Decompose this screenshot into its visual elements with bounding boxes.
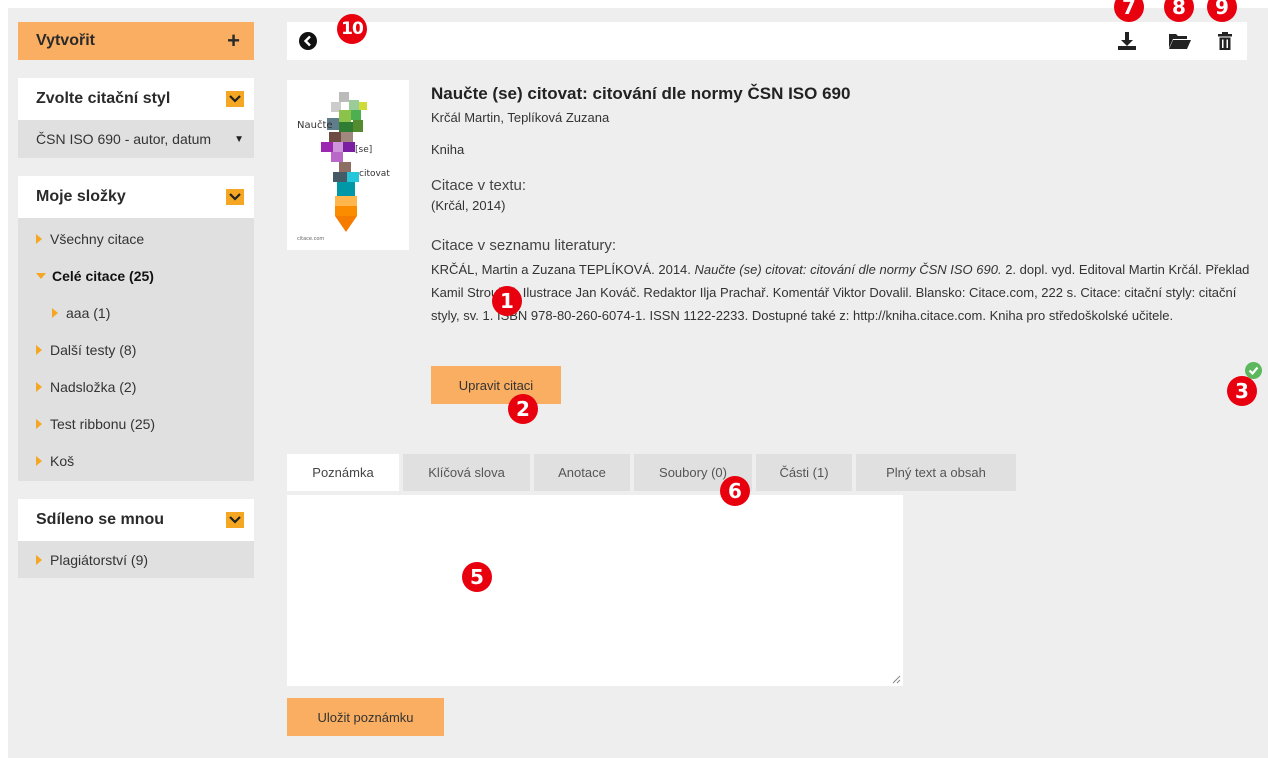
book-type: Kniha [431,142,465,157]
chevron-down-icon[interactable] [226,91,244,107]
folders-panel: Moje složky Všechny citace Celé citace (… [18,176,254,481]
save-note-button[interactable]: Uložit poznámku [287,698,444,736]
trash-icon[interactable] [1217,31,1233,51]
book-authors: Krčál Martin, Teplíková Zuzana [431,110,610,125]
folder-item[interactable]: Všechny citace [18,220,254,257]
citation-details: Naučte (se) citovat: citování dle normy … [431,80,1261,327]
folder-label: Plagiátorství (9) [50,551,149,568]
citation-style-select[interactable]: ČSN ISO 690 - autor, datum ▼ [18,120,254,158]
caret-right-icon [36,233,42,244]
chevron-down-icon[interactable] [226,189,244,205]
resize-grip-icon[interactable] [892,675,901,684]
folder-item[interactable]: aaa (1) [18,294,254,331]
dropdown-caret-icon: ▼ [234,133,244,145]
cover-title-text: [se] [355,145,372,155]
create-button-label: Vytvořit [36,32,95,49]
cover-title-text: citovat [359,169,390,179]
folder-item-active[interactable]: Celé citace (25) [18,257,254,294]
folder-label: Test ribbonu (25) [50,415,156,432]
caret-right-icon [36,554,42,565]
caret-right-icon [36,381,42,392]
download-icon[interactable] [1117,31,1137,51]
folder-label: Všechny citace [50,230,145,247]
folder-label: Koš [50,452,75,469]
callout-badge-2: 2 [508,394,538,424]
detail-tabs: Poznámka Klíčová slova Anotace Soubory (… [287,454,1016,491]
bib-authors: KRČÁL, Martin a Zuzana TEPLÍKOVÁ. 2014. [431,262,695,277]
shared-heading: Sdíleno se mnou [36,511,165,528]
folder-item-trash[interactable]: Koš [18,442,254,479]
bibliography-label: Citace v seznamu literatury: [431,237,617,254]
cover-title-text: Naučte [297,119,333,131]
folders-header: Moje složky [18,176,254,218]
shared-panel: Sdíleno se mnou Plagiátorství (9) [18,499,254,578]
caret-right-icon [36,455,42,466]
citation-style-heading: Zvolte citační styl [36,90,171,107]
folder-label: Nadsložka (2) [50,378,137,395]
tab-annotation[interactable]: Anotace [534,454,630,491]
citation-style-panel: Zvolte citační styl ČSN ISO 690 - autor,… [18,78,254,158]
folder-label: Další testy (8) [50,341,137,358]
sidebar: Vytvořit + Zvolte citační styl ČSN ISO 6… [18,22,254,578]
folder-label: Celé citace (25) [52,267,154,284]
arrow-left-circle-icon[interactable] [299,32,317,50]
chevron-down-icon[interactable] [226,512,244,528]
bibliography-citation: KRČÁL, Martin a Zuzana TEPLÍKOVÁ. 2014. … [431,258,1261,327]
folder-item[interactable]: Test ribbonu (25) [18,405,254,442]
folder-open-icon[interactable] [1168,31,1192,51]
folder-item[interactable]: Další testy (8) [18,331,254,368]
callout-badge-6: 6 [720,476,750,506]
tab-fulltext[interactable]: Plný text a obsah [856,454,1016,491]
in-text-citation-label: Citace v textu: [431,177,527,194]
bib-title: Naučte (se) citovat: citování dle normy … [694,262,1002,277]
folders-heading: Moje složky [36,188,126,205]
record-toolbar [287,22,1247,60]
tab-keywords[interactable]: Klíčová slova [403,454,530,491]
citation-style-value: ČSN ISO 690 - autor, datum [36,131,212,147]
caret-right-icon [52,307,58,318]
tab-parts[interactable]: Části (1) [756,454,852,491]
callout-badge-3: 3 [1227,376,1257,406]
in-text-citation: (Krčál, 2014) [431,198,506,213]
create-button[interactable]: Vytvořit + [18,22,254,60]
shared-folder-item[interactable]: Plagiátorství (9) [18,541,254,578]
folder-label: aaa (1) [66,304,111,321]
callout-badge-1: 1 [492,286,522,316]
book-cover-image: Naučte [se] citovat citace.com [287,80,409,250]
cover-art: Naučte [se] citovat citace.com [287,80,409,250]
cover-publisher-text: citace.com [297,236,324,242]
tab-note[interactable]: Poznámka [287,454,399,491]
shared-header: Sdíleno se mnou [18,499,254,541]
caret-right-icon [36,418,42,429]
callout-badge-10: 10 [337,14,367,44]
caret-down-icon [36,272,46,279]
caret-right-icon [36,344,42,355]
folder-item[interactable]: Nadsložka (2) [18,368,254,405]
book-title: Naučte (se) citovat: citování dle normy … [431,84,851,103]
edit-citation-button[interactable]: Upravit citaci [431,366,561,404]
callout-badge-5: 5 [462,562,492,592]
plus-icon: + [227,28,240,53]
citation-style-header: Zvolte citační styl [18,78,254,120]
note-textarea[interactable] [287,495,903,686]
